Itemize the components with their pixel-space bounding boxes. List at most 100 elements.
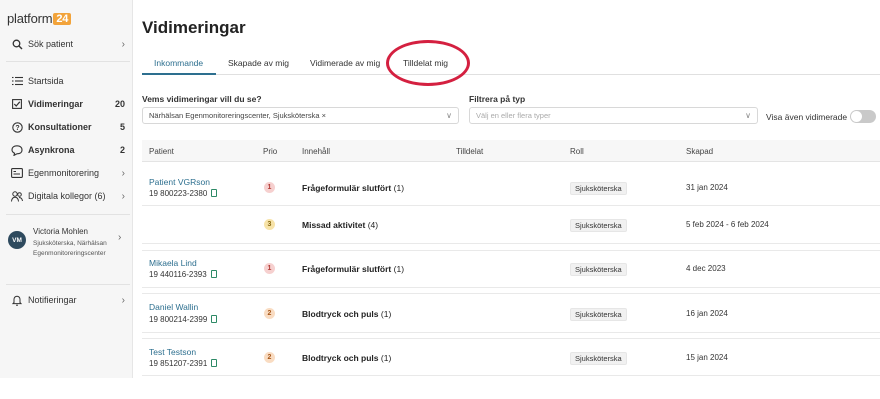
patient-name-link[interactable]: Patient VGRson [149,177,210,187]
col-header-prio[interactable]: Prio [263,147,277,156]
table-row[interactable]: Daniel Wallin 19 800214-2399 2 Blodtryck… [142,293,880,333]
patient-name-link[interactable]: Daniel Wallin [149,302,198,312]
app: platform 24 Sök patient › Startsida Vidim… [0,0,880,399]
table-row[interactable]: 3 Missad aktivitet (4) Sjuksköterska 5 f… [142,206,880,244]
sidebar-item-egenmonitorering[interactable]: Egenmonitorering › [10,164,128,182]
content-count: (1) [380,309,392,319]
sidebar-item-label: Egenmonitorering [28,168,100,178]
chevron-down-icon: ∨ [446,111,452,120]
chip-remove-icon[interactable]: × [322,111,326,120]
divider [6,284,130,285]
content-title: Missad aktivitet [302,220,366,230]
content-cell: Blodtryck och puls (1) [302,353,391,363]
content-title: Frågeformulär slutfört [302,264,392,274]
col-header-tilldelat[interactable]: Tilldelat [456,147,483,156]
role-tag: Sjuksköterska [570,352,627,365]
selected-chip: Närhälsan Egenmonitoreringscenter, Sjuks… [149,111,326,120]
logo[interactable]: platform 24 [7,11,72,26]
table-header: Patient Prio Innehåll Tilldelat Roll Ska… [142,140,880,162]
tab-inkommande[interactable]: Inkommande [154,58,203,68]
created-date: 31 jan 2024 [686,183,728,192]
count-badge: 2 [119,145,125,155]
sidebar-item-label: Konsultationer [28,122,92,132]
content-cell: Blodtryck och puls (1) [302,309,391,319]
bell-icon [10,295,24,306]
table-row[interactable]: Test Testson 19 851207-2391 2 Blodtryck … [142,338,880,376]
chevron-right-icon: › [121,294,125,306]
monitor-icon [10,168,24,178]
role-tag: Sjuksköterska [570,308,627,321]
type-select[interactable]: Välj en eller flera typer ∨ [469,107,758,124]
tab-skapade-av-mig[interactable]: Skapade av mig [228,58,289,68]
question-icon: ? [10,121,24,133]
sidebar: platform 24 Sök patient › Startsida Vidim… [0,0,133,378]
checkbox-icon [10,99,24,109]
tab-vidimerade-av-mig[interactable]: Vidimerade av mig [310,58,380,68]
show-vidimerade-toggle[interactable] [850,110,876,123]
content-count: (4) [367,220,379,230]
table-row[interactable]: Mikaela Lind 19 440116-2393 1 Frågeformu… [142,250,880,288]
list-icon [10,76,24,86]
copy-icon[interactable] [211,359,218,367]
col-header-skapad[interactable]: Skapad [686,147,713,156]
annotation-circle [386,40,470,86]
patient-id-text: 19 851207-2391 [149,359,208,368]
chevron-right-icon: › [121,167,125,179]
chevron-right-icon: › [118,232,122,243]
chevron-right-icon: › [121,38,125,50]
sidebar-item-label: Digitala kollegor (6) [28,191,106,201]
content-count: (1) [393,264,405,274]
count-badge: 20 [114,99,125,109]
col-header-patient[interactable]: Patient [149,147,174,156]
filter-type-label: Filtrera på typ [469,94,526,104]
page-title: Vidimeringar [142,18,246,37]
role-tag: Sjuksköterska [570,182,627,195]
patient-name-link[interactable]: Mikaela Lind [149,258,197,268]
copy-icon[interactable] [211,315,218,323]
sidebar-item-asynkrona[interactable]: Asynkrona 2 [10,141,128,159]
content-count: (1) [393,183,405,193]
search-patient[interactable]: Sök patient › [10,35,128,53]
copy-icon[interactable] [210,270,217,278]
sidebar-item-notifieringar[interactable]: Notifieringar › [10,291,128,309]
content-count: (1) [380,353,392,363]
patient-id: 19 800214-2399 [149,315,218,324]
search-patient-label: Sök patient [28,39,74,49]
chevron-down-icon: ∨ [745,111,751,120]
content-cell: Frågeformulär slutfört (1) [302,183,404,193]
prio-badge: 3 [264,219,275,230]
patient-id: 19 800223-2380 [149,189,218,198]
col-header-roll[interactable]: Roll [570,147,584,156]
toggle-knob [851,111,862,122]
sidebar-item-vidimeringar[interactable]: Vidimeringar 20 [10,95,128,113]
prio-badge: 2 [264,308,275,319]
whose-select[interactable]: Närhälsan Egenmonitoreringscenter, Sjuks… [142,107,459,124]
sidebar-item-digitala-kollegor[interactable]: Digitala kollegor (6) › [10,187,128,205]
sidebar-item-label: Notifieringar [28,295,77,305]
user-name: Victoria Mohlen [33,227,88,236]
show-vidimerade-label: Visa även vidimerade [766,112,848,122]
search-icon [10,39,24,50]
prio-badge: 1 [264,182,275,193]
avatar: VM [8,231,26,249]
copy-icon[interactable] [211,189,218,197]
sidebar-item-startsida[interactable]: Startsida [10,72,128,90]
created-date: 5 feb 2024 - 6 feb 2024 [686,220,769,229]
role-tag: Sjuksköterska [570,219,627,232]
created-date: 15 jan 2024 [686,353,728,362]
created-date: 4 dec 2023 [686,264,726,273]
type-select-placeholder: Välj en eller flera typer [476,111,551,120]
content-cell: Missad aktivitet (4) [302,220,378,230]
chip-label: Närhälsan Egenmonitoreringscenter, Sjuks… [149,111,320,120]
patient-id-text: 19 800223-2380 [149,189,208,198]
sidebar-item-konsultationer[interactable]: ? Konsultationer 5 [10,118,128,136]
prio-badge: 1 [264,263,275,274]
count-badge: 5 [119,122,125,132]
active-tab-indicator [142,73,216,75]
content-title: Frågeformulär slutfört [302,183,392,193]
patient-name-link[interactable]: Test Testson [149,347,196,357]
col-header-innehall[interactable]: Innehåll [302,147,330,156]
user-role: Sjuksköterska, Närhälsan Egenmonitorerin… [33,240,107,257]
logo-text: platform [7,11,53,26]
table-row[interactable]: Patient VGRson 19 800223-2380 1 Frågefor… [142,170,880,206]
